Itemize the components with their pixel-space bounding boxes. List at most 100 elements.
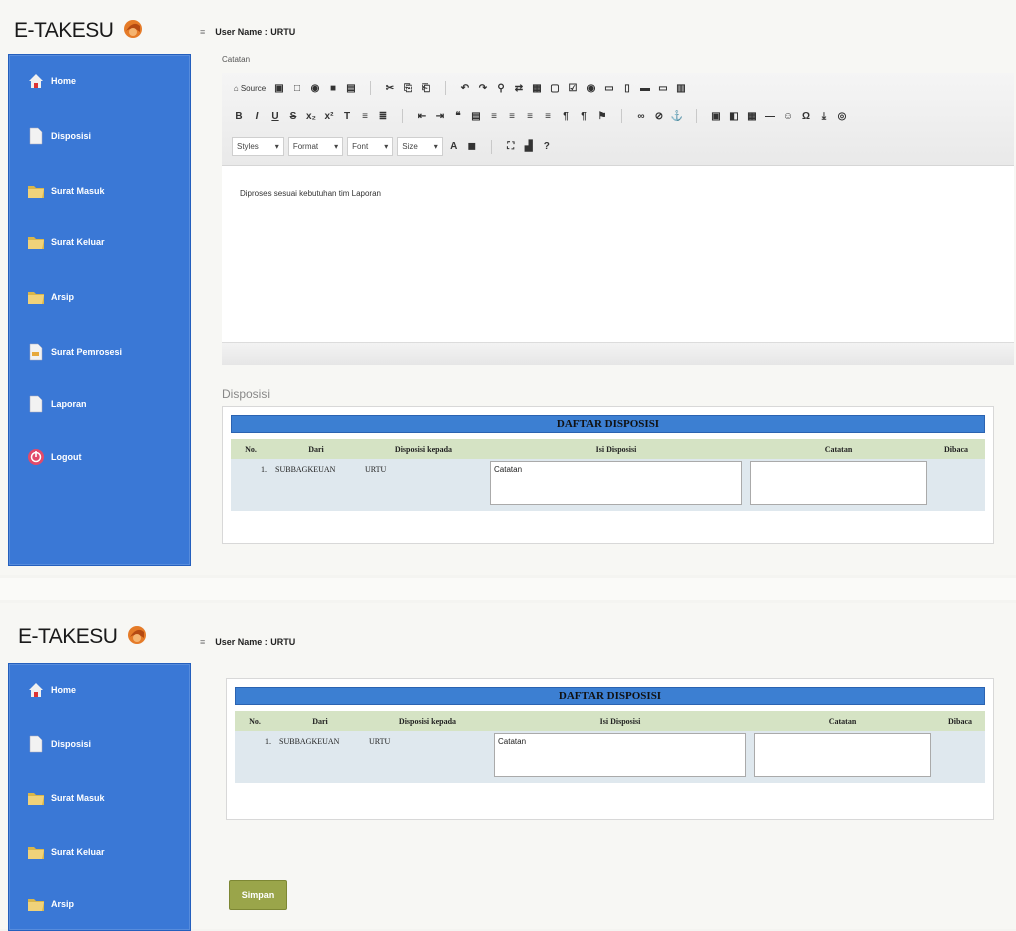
sidebar-item-surat-keluar[interactable]: Surat Keluar [27, 230, 105, 254]
checkbox-icon[interactable]: ☑ [566, 81, 580, 95]
folder-icon [27, 232, 45, 252]
language-icon[interactable]: ⚑ [595, 109, 609, 123]
rtl-icon[interactable]: ¶ [577, 109, 591, 123]
horizontal-line-icon[interactable]: ― [763, 109, 777, 123]
align-right-icon[interactable]: ≡ [523, 109, 537, 123]
size-select[interactable]: Size ▾ [397, 137, 443, 156]
sidebar-item-arsip[interactable]: Arsip [27, 285, 74, 309]
find-icon[interactable]: ⚲ [494, 81, 508, 95]
styles-select[interactable]: Styles ▾ [232, 137, 284, 156]
hidden-field-icon[interactable]: ▥ [674, 81, 688, 95]
select-all-icon[interactable]: ▦ [530, 81, 544, 95]
sidebar-item-disposisi[interactable]: Disposisi [27, 732, 91, 756]
maximize-icon[interactable]: ⛶ [504, 140, 518, 154]
ordered-list-icon[interactable]: ≡ [358, 109, 372, 123]
table-icon[interactable]: ▦ [745, 109, 759, 123]
replace-icon[interactable]: ⇄ [512, 81, 526, 95]
sidebar-item-logout[interactable]: Logout [27, 445, 82, 469]
form-icon[interactable]: ▢ [548, 81, 562, 95]
unlink-icon[interactable]: ⊘ [652, 109, 666, 123]
link-icon[interactable]: ∞ [634, 109, 648, 123]
isi-disposisi-textarea[interactable]: Catatan [490, 461, 742, 505]
cut-icon[interactable]: ✂ [383, 81, 397, 95]
preview-icon[interactable]: ◉ [308, 81, 322, 95]
image-icon[interactable]: ▣ [709, 109, 723, 123]
new-page-icon[interactable]: □ [290, 81, 304, 95]
sidebar-item-surat-masuk[interactable]: Surat Masuk [27, 179, 105, 203]
bg-color-icon[interactable]: ◼ [465, 140, 479, 154]
paste-icon[interactable]: ⎗ [419, 81, 433, 95]
sidebar-item-disposisi[interactable]: Disposisi [27, 124, 91, 148]
show-blocks-icon[interactable]: ▟ [522, 140, 536, 154]
submit-button[interactable]: Simpan [229, 880, 287, 910]
sidebar-item-laporan[interactable]: Laporan [27, 392, 87, 416]
align-left-icon[interactable]: ≡ [487, 109, 501, 123]
dibaca-cell [935, 731, 985, 783]
iframe-icon[interactable]: ◎ [835, 109, 849, 123]
app-logo: E-TAKESU [14, 18, 144, 43]
col-isi: Isi Disposisi [599, 716, 641, 726]
catatan-textarea[interactable] [754, 733, 931, 777]
col-dari: Dari [312, 716, 328, 726]
folder-icon [27, 894, 45, 914]
div-icon[interactable]: ▤ [469, 109, 483, 123]
isi-disposisi-textarea[interactable]: Catatan [494, 733, 746, 777]
format-select[interactable]: Format ▾ [287, 137, 344, 156]
textarea-icon[interactable]: ▯ [620, 81, 634, 95]
pagebreak-icon[interactable]: ⤓ [817, 109, 831, 123]
disposisi-section-label: Disposisi [222, 387, 271, 401]
outdent-icon[interactable]: ⇤ [415, 109, 429, 123]
menu-toggle-icon[interactable]: ≡ [200, 637, 205, 647]
bullet-list-icon[interactable]: ≣ [376, 109, 390, 123]
flash-icon[interactable]: ◧ [727, 109, 741, 123]
strike-icon[interactable]: S [286, 109, 300, 123]
special-char-icon[interactable]: Ω [799, 109, 813, 123]
editor-label: Catatan [222, 55, 251, 64]
editor-content[interactable]: Diproses sesuai kebutuhan tim Laporan [240, 189, 381, 198]
text-color-icon[interactable]: A [447, 140, 461, 154]
logout-icon [27, 447, 45, 467]
rich-text-editor[interactable]: ⌂ Source ▣ □ ◉ ■ ▤ ✂ ⎘ ⎗ ↶ ↷ ⚲ ⇄ ▦ ▢ ☑ ◉… [222, 73, 1014, 365]
document-icon [27, 734, 45, 754]
sidebar-item-home[interactable]: Home [27, 678, 76, 702]
justify-icon[interactable]: ≡ [541, 109, 555, 123]
subscript-icon[interactable]: x₂ [304, 109, 318, 123]
sidebar-item-home[interactable]: Home [27, 69, 76, 93]
copy-icon[interactable]: ⎘ [401, 81, 415, 95]
ltr-icon[interactable]: ¶ [559, 109, 573, 123]
blockquote-icon[interactable]: ❝ [451, 109, 465, 123]
source-button[interactable]: ⌂ Source [232, 81, 268, 95]
bold-icon[interactable]: B [232, 109, 246, 123]
catatan-textarea[interactable] [750, 461, 927, 505]
table-title: DAFTAR DISPOSISI [235, 687, 985, 705]
anchor-icon[interactable]: ⚓ [670, 109, 684, 123]
remove-format-icon[interactable]: T [340, 109, 354, 123]
sidebar-item-surat-masuk[interactable]: Surat Masuk [27, 786, 105, 810]
textfield-icon[interactable]: ▭ [602, 81, 616, 95]
undo-icon[interactable]: ↶ [458, 81, 472, 95]
sidebar-item-surat-pemrosesi[interactable]: Surat Pemrosesi [27, 340, 122, 364]
menu-toggle-icon[interactable]: ≡ [200, 27, 205, 37]
help-icon[interactable]: ? [540, 140, 554, 154]
font-select[interactable]: Font ▾ [347, 137, 394, 156]
sidebar-item-surat-keluar[interactable]: Surat Keluar [27, 840, 105, 864]
save-icon[interactable]: ▣ [272, 81, 286, 95]
redo-icon[interactable]: ↷ [476, 81, 490, 95]
radio-icon[interactable]: ◉ [584, 81, 598, 95]
select-icon[interactable]: ▬ [638, 81, 652, 95]
folder-icon [27, 181, 45, 201]
underline-icon[interactable]: U [268, 109, 282, 123]
templates-icon[interactable]: ▤ [344, 81, 358, 95]
sidebar-item-arsip[interactable]: Arsip [27, 892, 74, 916]
screenshot-divider [0, 578, 1016, 600]
align-center-icon[interactable]: ≡ [505, 109, 519, 123]
indent-icon[interactable]: ⇥ [433, 109, 447, 123]
button-icon[interactable]: ▭ [656, 81, 670, 95]
smiley-icon[interactable]: ☺ [781, 109, 795, 123]
print-icon[interactable]: ■ [326, 81, 340, 95]
superscript-icon[interactable]: x² [322, 109, 336, 123]
disposisi-table-panel: DAFTAR DISPOSISI No. Dari Disposisi kepa… [226, 678, 994, 820]
col-no: No. [249, 716, 261, 726]
italic-icon[interactable]: I [250, 109, 264, 123]
user-name: User Name : URTU [215, 637, 296, 647]
